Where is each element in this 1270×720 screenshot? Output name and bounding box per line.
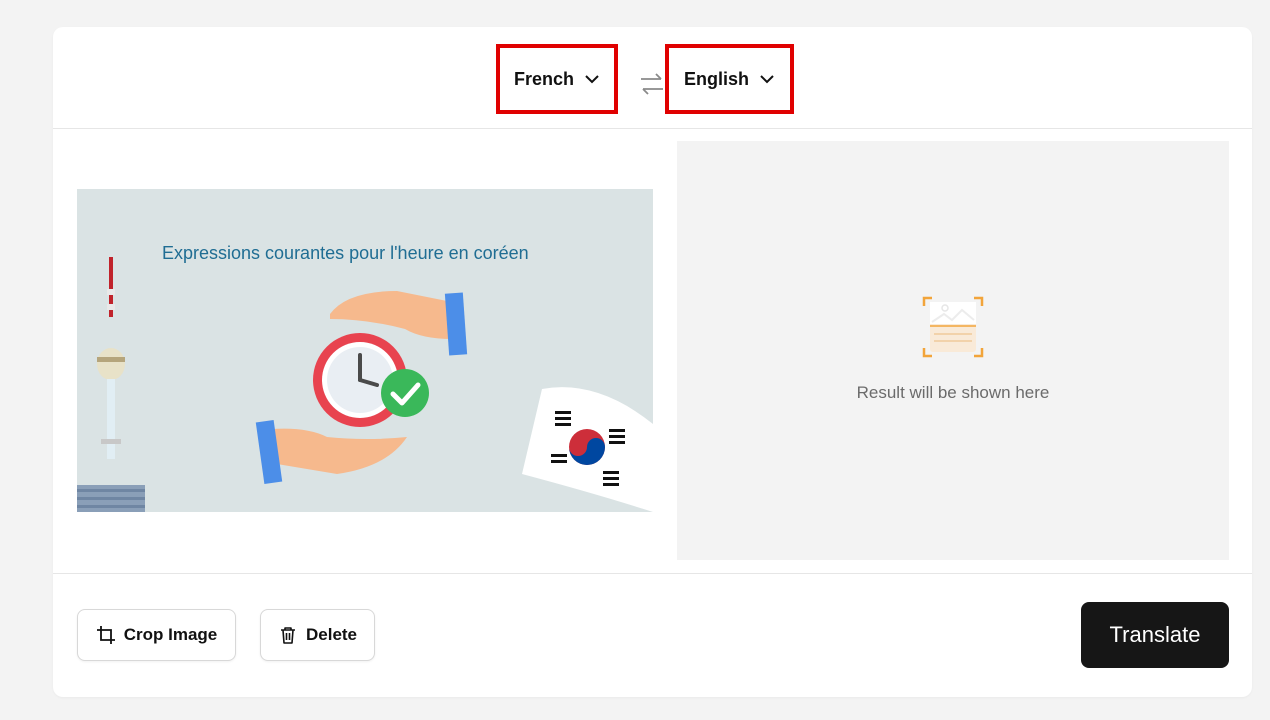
delete-label: Delete (305, 625, 358, 644)
crop-icon (96, 626, 115, 644)
image-caption: Expressions courantes pour l'heure en co… (162, 243, 529, 263)
source-language-label: French (513, 68, 574, 89)
action-footer: Crop Image Delete Translate (53, 573, 1252, 698)
image-placeholder-icon (922, 296, 984, 358)
source-language-select[interactable]: French (496, 44, 618, 114)
uploaded-image-preview: Expressions courantes pour l'heure en co… (77, 189, 653, 512)
trash-icon (280, 627, 295, 644)
language-bar: French English (53, 27, 1252, 129)
crop-image-button[interactable]: Crop Image (77, 609, 236, 661)
target-language-label: English (683, 68, 749, 89)
result-placeholder-text: Result will be shown here (856, 383, 1050, 402)
swap-arrows-icon[interactable] (639, 71, 665, 97)
chevron-down-icon (760, 75, 774, 84)
crop-image-label: Crop Image (123, 625, 218, 644)
result-panel: Result will be shown here (677, 141, 1229, 560)
illustration (77, 257, 653, 512)
chevron-down-icon (585, 75, 599, 84)
target-language-select[interactable]: English (665, 44, 794, 114)
delete-button[interactable]: Delete (260, 609, 375, 661)
translate-button[interactable]: Translate (1081, 602, 1229, 668)
translator-card: French English Expressions courantes pou… (53, 27, 1252, 697)
